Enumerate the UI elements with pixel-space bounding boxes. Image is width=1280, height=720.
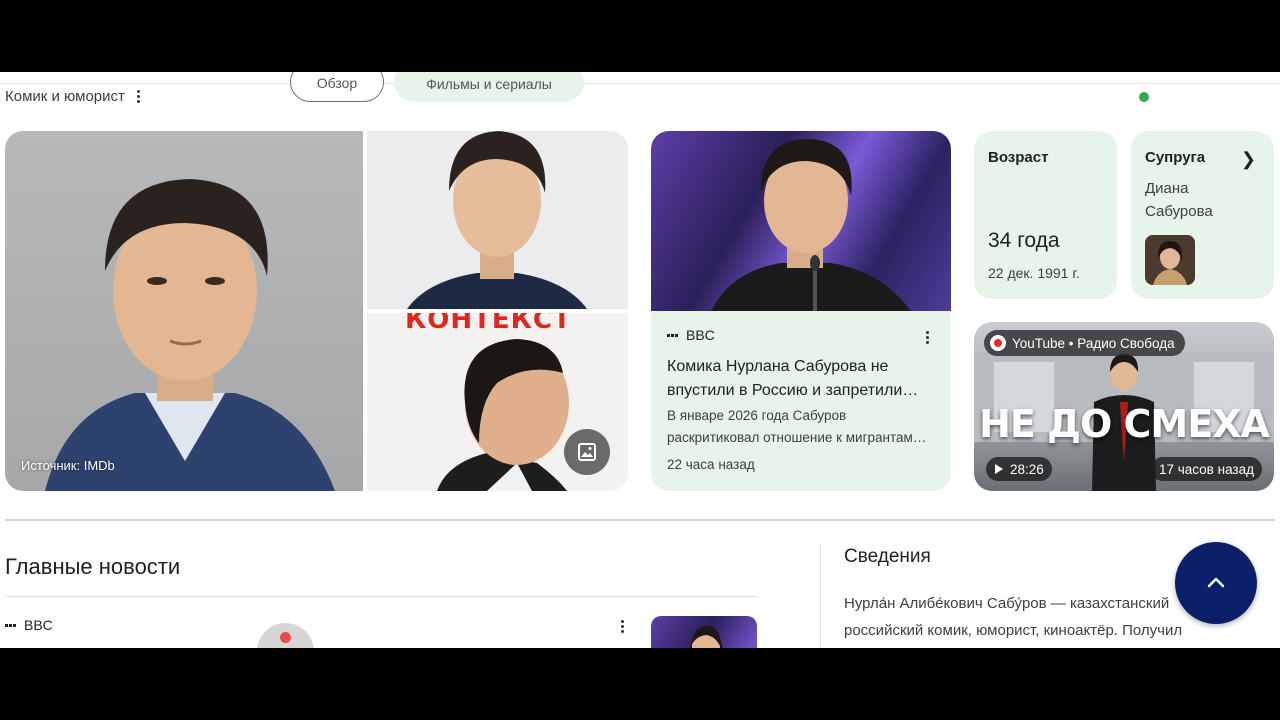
news-title[interactable]: Комика Нурлана Сабурова не впустили в Ро… [667,355,937,403]
spouse-avatar-illustration [1145,235,1195,285]
top-news-thumbnail[interactable] [651,616,757,648]
news-source: BBC [667,327,715,343]
video-caption: НЕ ДО СМЕХА [979,402,1270,446]
record-button[interactable] [257,623,314,648]
tab-overview-label: Обзор [316,75,358,91]
tab-overview[interactable]: Обзор [290,72,384,102]
top-news-heading: Главные новости [5,554,181,579]
tab-films-label: Фильмы и сериалы [426,76,552,92]
entity-subtitle-text: Комик и юморист [5,88,125,105]
top-news-source: BBC [5,617,53,633]
video-card[interactable]: YouTube • Радио Свобода НЕ ДО СМЕХА 28:2… [974,322,1274,491]
header-border [0,72,1280,84]
news-time: 22 часа назад [667,457,755,472]
main-portrait-image[interactable]: Источник: IMDb [5,131,363,491]
video-time-chip: 17 часов назад [1150,457,1262,481]
news-source-name: BBC [686,327,715,343]
image-search-button[interactable] [564,429,610,475]
spouse-label: Супруга [1145,149,1206,166]
magazine-cover-image[interactable]: КОНТЕКСТ [367,313,628,491]
top-news-thumb-illustration [690,626,723,648]
top-news-more-icon[interactable] [618,620,626,633]
image-gallery[interactable]: Источник: IMDb КОНТЕКСТ [5,131,628,491]
tab-films[interactable]: Фильмы и сериалы [394,72,584,102]
age-label: Возраст [988,149,1049,166]
top-news-divider [5,596,757,597]
video-source-text: YouTube • Радио Свобода [1012,335,1175,351]
news-photo-illustration [711,139,911,311]
bbc-logo-icon [5,623,16,627]
birth-date: 22 дек. 1991 г. [988,265,1080,281]
scroll-to-top-button[interactable] [1175,542,1257,624]
video-duration: 28:26 [1010,461,1044,477]
age-value: 34 года [988,229,1060,252]
column-separator [820,544,821,648]
news-card[interactable]: BBC Комика Нурлана Сабурова не впустили … [651,131,951,491]
portrait-image-2[interactable] [367,131,628,309]
spouse-fact-card[interactable]: Супруга ❯ Диана Сабурова [1131,131,1274,299]
top-news-source-name: BBC [24,617,53,633]
spouse-avatar[interactable] [1145,235,1195,285]
spouse-name[interactable]: Диана Сабурова [1145,177,1255,223]
chevron-right-icon[interactable]: ❯ [1241,149,1256,170]
search-results-page: Обзор Фильмы и сериалы Комик и юморист И… [0,72,1280,648]
portrait-illustration-2 [407,131,587,309]
play-icon [995,464,1003,474]
video-source-chip: YouTube • Радио Свобода [984,330,1185,356]
record-dot-icon [280,632,291,643]
age-fact-card[interactable]: Возраст 34 года 22 дек. 1991 г. [974,131,1117,299]
news-snippet: В январе 2026 года Сабуров раскритиковал… [667,408,927,445]
chevron-up-icon [1207,577,1225,588]
video-duration-chip: 28:26 [986,457,1052,481]
status-dot [1139,92,1149,102]
section-divider [5,519,1275,521]
video-time: 17 часов назад [1158,461,1254,477]
news-card-image [651,131,951,311]
image-source-label: Источник: IMDb [21,458,115,473]
portrait-illustration [45,179,335,491]
more-options-icon[interactable] [135,90,143,103]
magazine-title: КОНТЕКСТ [405,313,572,335]
news-more-icon[interactable] [923,331,931,344]
youtube-icon [990,335,1006,351]
bbc-logo-icon [667,333,678,337]
info-heading: Сведения [844,546,931,567]
entity-subtitle: Комик и юморист [5,88,143,105]
image-icon [578,443,596,461]
